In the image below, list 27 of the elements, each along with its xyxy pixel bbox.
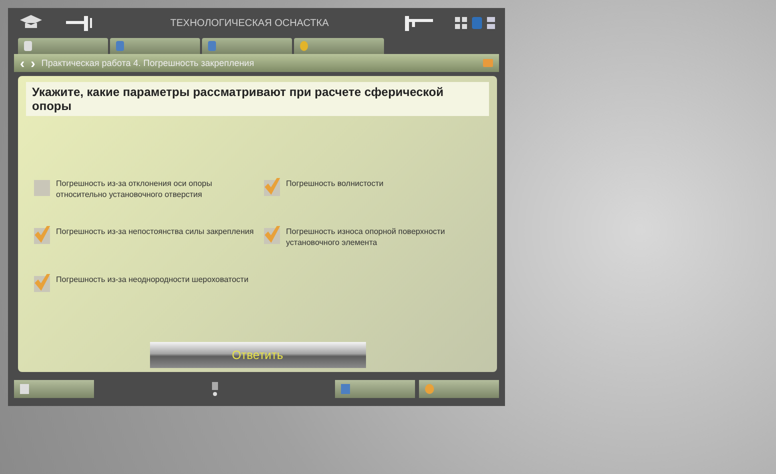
footer-button[interactable] <box>14 380 94 398</box>
checkbox[interactable] <box>34 274 50 292</box>
checkbox[interactable] <box>264 178 280 196</box>
answer-button[interactable]: Ответить <box>150 342 366 368</box>
forward-button[interactable]: › <box>30 56 36 70</box>
breadcrumb-title: Практическая работа 4. Погрешность закрепления <box>41 58 256 68</box>
page-indicator-icon <box>212 382 218 396</box>
app-title: ТЕХНОЛОГИЧЕСКАЯ ОСНАСТКА <box>169 18 330 28</box>
option-label: Погрешность волнистости <box>286 178 384 189</box>
checkbox[interactable] <box>34 226 50 244</box>
footer-button[interactable] <box>419 380 499 398</box>
caliper-icon <box>403 14 435 32</box>
checkbox[interactable] <box>264 226 280 244</box>
back-button[interactable]: ‹ <box>20 56 25 70</box>
tab[interactable] <box>202 38 292 54</box>
tab[interactable] <box>294 38 384 54</box>
option-label: Погрешность износа опорной поверхности установочного элемента <box>286 226 446 248</box>
grid-icon[interactable] <box>455 17 467 29</box>
question-text: Укажите, какие параметры рассматривают при расчете сферической опоры <box>26 82 489 116</box>
footer-button[interactable] <box>335 380 415 398</box>
option-label: Погрешность из-за отклонения оси опоры относительно установочного отверстия <box>56 178 214 200</box>
collapse-icon[interactable] <box>483 59 493 67</box>
option-label: Погрешность из-за непостоянства силы закрепления <box>56 226 254 237</box>
tab[interactable] <box>110 38 200 54</box>
checkbox[interactable] <box>34 178 50 196</box>
option-label: Погрешность из-за неоднородности шероховатости <box>56 274 248 285</box>
tab[interactable] <box>18 38 108 54</box>
